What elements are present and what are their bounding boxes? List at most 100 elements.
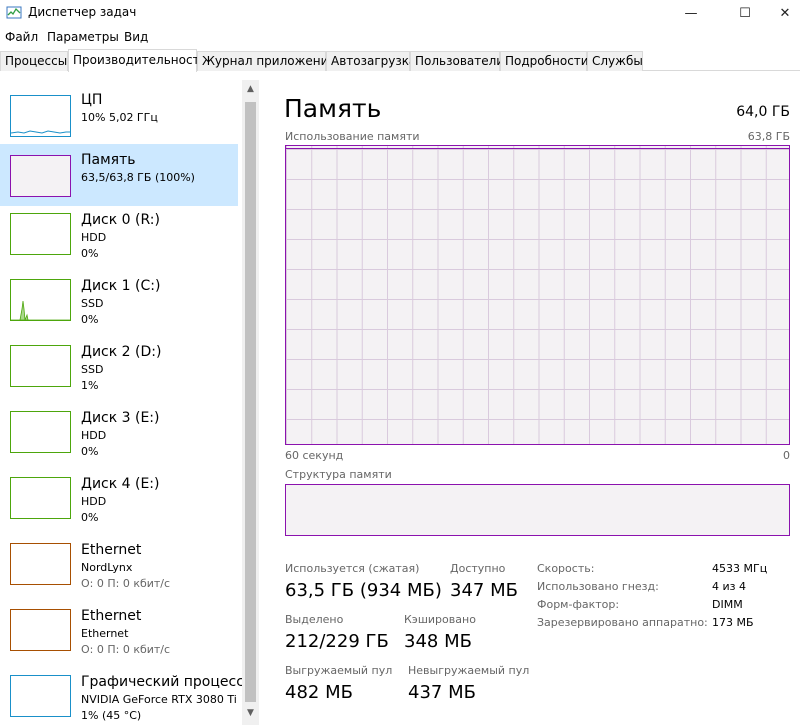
detail-form-factor-value: DIMM — [712, 598, 743, 611]
sidebar-item-percent: 0% — [81, 445, 99, 458]
tab-processes[interactable]: Процессы — [0, 51, 68, 71]
disk-thumbnail-graph — [10, 279, 71, 321]
menu-file[interactable]: Файл — [5, 30, 38, 44]
sidebar-item-memory[interactable]: Память 63,5/63,8 ГБ (100%) — [0, 144, 238, 206]
sidebar-item-throughput: О: 0 П: 0 кбит/с — [81, 577, 171, 590]
disk-thumbnail-graph — [10, 411, 71, 453]
sidebar-item-ethernet-nordlynx[interactable]: Ethernet NordLynx О: 0 П: 0 кбит/с — [0, 534, 238, 596]
stat-available-value: 347 МБ — [450, 580, 518, 601]
stat-paged-pool-value: 482 МБ — [285, 682, 353, 703]
tab-details[interactable]: Подробности — [500, 51, 589, 71]
disk-thumbnail-graph — [10, 345, 71, 387]
sidebar-item-detail: NordLynx — [81, 561, 133, 574]
stat-committed-label: Выделено — [285, 613, 344, 626]
sidebar-item-detail: HDD — [81, 429, 107, 442]
stat-cached-label: Кэшировано — [404, 613, 476, 626]
sidebar-item-ethernet[interactable]: Ethernet Ethernet О: 0 П: 0 кбит/с — [0, 600, 238, 662]
sidebar-item-disk-2[interactable]: Диск 2 (D:) SSD 1% — [0, 336, 238, 398]
sidebar-item-percent: 0% — [81, 313, 99, 326]
sidebar-item-detail: 63,5/63,8 ГБ (100%) — [81, 171, 195, 184]
disk-thumbnail-graph — [10, 213, 71, 255]
stat-in-use-label: Используется (сжатая) — [285, 562, 420, 575]
memory-thumbnail-graph — [10, 155, 71, 197]
disk-thumbnail-graph — [10, 477, 71, 519]
detail-slots-label: Использовано гнезд: — [537, 580, 659, 593]
sidebar-item-gpu[interactable]: Графический процессор NVIDIA GeForce RTX… — [0, 666, 242, 725]
page-title: Память — [284, 94, 382, 123]
scroll-up-icon[interactable]: ▲ — [242, 84, 259, 98]
resource-list: ЦП 10% 5,02 ГГц Память 63,5/63,8 ГБ (100… — [0, 80, 242, 725]
detail-reserved-value: 173 МБ — [712, 616, 754, 629]
memory-total: 64,0 ГБ — [736, 104, 790, 120]
sidebar-item-disk-3[interactable]: Диск 3 (E:) HDD 0% — [0, 402, 238, 464]
sidebar-item-detail: 10% 5,02 ГГц — [81, 111, 158, 124]
memory-usage-label: Использование памяти — [285, 130, 420, 143]
sidebar-item-label: Диск 3 (E:) — [81, 410, 160, 426]
detail-speed-label: Скорость: — [537, 562, 595, 575]
tab-startup[interactable]: Автозагрузка — [326, 51, 416, 71]
sidebar-item-label: Диск 4 (E:) — [81, 476, 160, 492]
sidebar-item-detail: HDD — [81, 231, 107, 244]
maximize-icon: ☐ — [739, 5, 751, 21]
sidebar-item-label: Ethernet — [81, 542, 142, 558]
sidebar-item-percent: 1% — [81, 379, 99, 392]
stat-nonpaged-pool-label: Невыгружаемый пул — [408, 664, 530, 677]
menu-view[interactable]: Вид — [124, 30, 148, 44]
sidebar-item-disk-0[interactable]: Диск 0 (R:) HDD 0% — [0, 204, 238, 266]
menu-options[interactable]: Параметры — [47, 30, 119, 44]
sidebar-item-label: Память — [81, 152, 136, 168]
window-title: Диспетчер задач — [28, 5, 137, 19]
detail-slots-value: 4 из 4 — [712, 580, 746, 593]
network-thumbnail-graph — [10, 609, 71, 651]
sidebar-item-label: Диск 0 (R:) — [81, 212, 160, 228]
graph-time-left: 60 секунд — [285, 449, 344, 462]
tab-app-history[interactable]: Журнал приложений — [197, 51, 336, 71]
sidebar-item-label: Графический процессор — [81, 674, 242, 690]
sidebar-item-detail: HDD — [81, 495, 107, 508]
tab-performance[interactable]: Производительность — [68, 49, 207, 72]
memory-usage-max: 63,8 ГБ — [747, 130, 790, 143]
stat-paged-pool-label: Выгружаемый пул — [285, 664, 393, 677]
sidebar-item-label: Диск 1 (C:) — [81, 278, 161, 294]
title-bar: Диспетчер задач — ☐ ✕ — [0, 0, 800, 26]
detail-form-factor-label: Форм-фактор: — [537, 598, 620, 611]
sidebar-item-label: Ethernet — [81, 608, 142, 624]
network-thumbnail-graph — [10, 543, 71, 585]
sidebar-item-detail: SSD — [81, 297, 104, 310]
stat-cached-value: 348 МБ — [404, 631, 472, 652]
close-button[interactable]: ✕ — [762, 0, 800, 26]
stat-committed-value: 212/229 ГБ — [285, 631, 389, 652]
sidebar-item-detail: NVIDIA GeForce RTX 3080 Ti — [81, 693, 237, 706]
task-manager-icon — [6, 6, 22, 19]
stat-in-use-value: 63,5 ГБ (934 МБ) — [285, 580, 442, 601]
tab-users[interactable]: Пользователи — [410, 51, 504, 71]
sidebar-item-cpu[interactable]: ЦП 10% 5,02 ГГц — [0, 84, 238, 146]
scroll-thumb[interactable] — [245, 102, 256, 702]
memory-structure-label: Структура памяти — [285, 468, 392, 481]
sidebar-item-disk-4[interactable]: Диск 4 (E:) HDD 0% — [0, 468, 238, 530]
memory-structure-bar — [285, 484, 790, 536]
sidebar-item-percent: 0% — [81, 247, 99, 260]
memory-details-panel: Память 64,0 ГБ Использование памяти 63,8… — [270, 80, 800, 725]
close-icon: ✕ — [779, 5, 791, 21]
sidebar-item-throughput: О: 0 П: 0 кбит/с — [81, 643, 171, 656]
memory-usage-line — [285, 148, 790, 149]
detail-reserved-label: Зарезервировано аппаратно: — [537, 616, 708, 629]
sidebar-item-disk-1[interactable]: Диск 1 (C:) SSD 0% — [0, 270, 238, 332]
sidebar-item-detail: SSD — [81, 363, 104, 376]
cpu-thumbnail-graph — [10, 95, 71, 137]
sidebar-scrollbar[interactable]: ▲ ▼ — [242, 80, 259, 725]
tab-bar: Процессы Производительность Журнал прило… — [0, 49, 800, 72]
memory-usage-graph — [285, 145, 790, 445]
scroll-down-icon[interactable]: ▼ — [242, 708, 259, 722]
minimize-button[interactable]: — — [668, 0, 714, 26]
stat-nonpaged-pool-value: 437 МБ — [408, 682, 476, 703]
stat-available-label: Доступно — [450, 562, 506, 575]
tab-services[interactable]: Службы — [587, 51, 643, 71]
graph-time-right: 0 — [783, 449, 790, 462]
sidebar-item-detail: Ethernet — [81, 627, 129, 640]
minimize-icon: — — [684, 5, 698, 21]
detail-speed-value: 4533 МГц — [712, 562, 768, 575]
gpu-thumbnail-graph — [10, 675, 71, 717]
sidebar-item-percent: 1% (45 °C) — [81, 709, 142, 722]
